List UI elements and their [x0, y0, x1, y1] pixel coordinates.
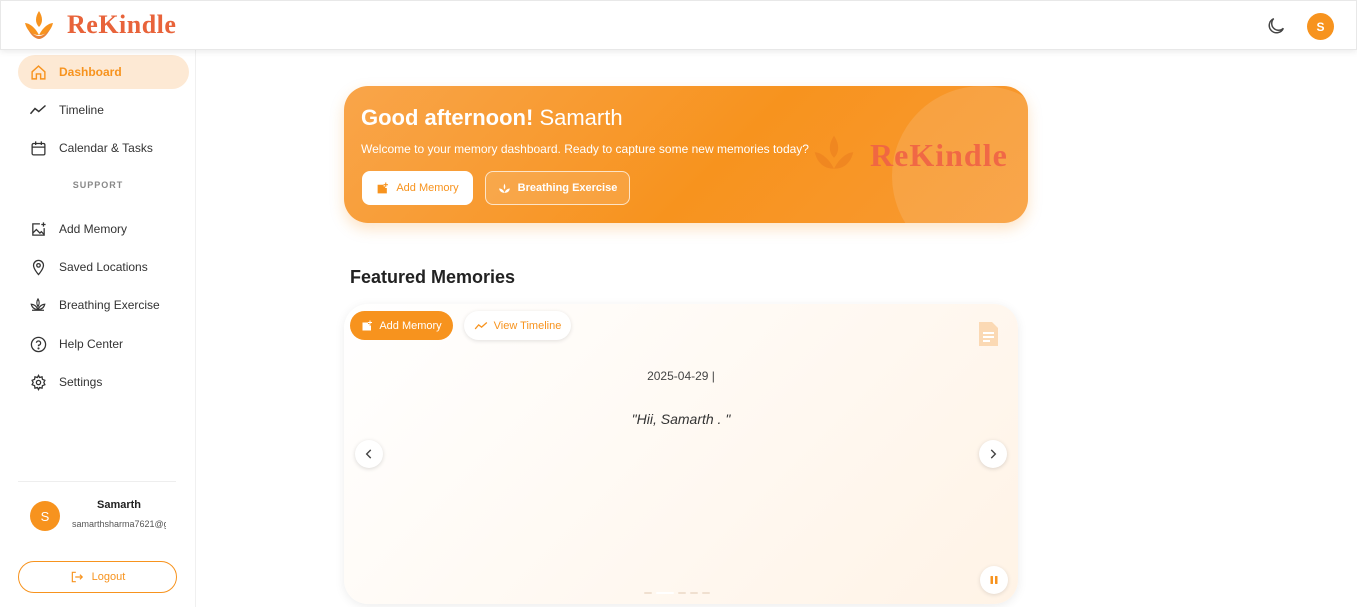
greeting-user-name: Samarth: [539, 105, 623, 130]
greeting-heading: Good afternoon! Samarth: [361, 105, 623, 131]
lotus-icon: [498, 183, 510, 193]
carousel-add-memory-label: Add Memory: [379, 319, 442, 332]
home-icon: [29, 63, 47, 81]
lotus-logo-icon: [814, 135, 854, 169]
carousel-dot[interactable]: [702, 592, 710, 594]
featured-memories-title: Featured Memories: [350, 267, 516, 287]
theme-toggle-button[interactable]: [1265, 15, 1287, 37]
welcome-subtitle: Welcome to your memory dashboard. Ready …: [361, 142, 809, 156]
sidebar-item-calendar[interactable]: Calendar & Tasks: [18, 131, 189, 165]
hero-breathing-button[interactable]: Breathing Exercise: [485, 171, 630, 205]
app-name: ReKindle: [67, 10, 177, 39]
carousel-dot[interactable]: [644, 592, 652, 594]
carousel-dot[interactable]: [678, 592, 686, 594]
logout-button[interactable]: Logout: [18, 561, 177, 593]
user-avatar-button[interactable]: S: [1307, 13, 1334, 40]
add-image-icon: [29, 220, 47, 238]
map-pin-icon: [29, 258, 47, 276]
sidebar-item-add-memory[interactable]: Add Memory: [18, 212, 189, 246]
sidebar-item-dashboard[interactable]: Dashboard: [18, 55, 189, 89]
sidebar-item-label: Calendar & Tasks: [59, 141, 153, 155]
welcome-banner: Good afternoon! Samarth Welcome to your …: [344, 86, 1028, 223]
hero-logo-text: ReKindle: [870, 136, 1008, 173]
sidebar-item-label: Add Memory: [59, 222, 128, 236]
carousel-dot-active[interactable]: [656, 592, 674, 594]
trend-icon: [29, 101, 47, 119]
carousel-next-button[interactable]: [979, 440, 1007, 468]
help-icon: [29, 335, 47, 353]
trend-icon: [474, 321, 487, 329]
sidebar-item-label: Dashboard: [59, 65, 122, 79]
memory-date: 2025-04-29 |: [647, 369, 715, 383]
sidebar-user-email: samarthsharma7621@gmail.com: [72, 519, 166, 529]
greeting-text: Good afternoon!: [361, 105, 534, 130]
support-section-label: SUPPORT: [72, 180, 124, 190]
logout-icon: [71, 571, 83, 583]
featured-memory-carousel: Add Memory View Timeline 2025-04-29 | "H…: [344, 304, 1018, 604]
sidebar-item-label: Settings: [59, 375, 103, 389]
chevron-right-icon: [990, 449, 997, 459]
view-timeline-button[interactable]: View Timeline: [464, 311, 571, 340]
sidebar-item-saved-locations[interactable]: Saved Locations: [18, 250, 189, 284]
carousel-indicators: [644, 592, 710, 594]
pause-icon: [990, 576, 998, 584]
carousel-prev-button[interactable]: [355, 440, 383, 468]
document-icon: [976, 321, 1000, 352]
carousel-pause-button[interactable]: [980, 566, 1008, 594]
sidebar-user-avatar: S: [30, 501, 60, 531]
hero-add-memory-button[interactable]: Add Memory: [362, 171, 473, 205]
app-logo[interactable]: ReKindle: [23, 9, 176, 41]
gear-icon: [29, 373, 47, 391]
lotus-logo-icon: [25, 11, 53, 39]
sidebar-item-label: Help Center: [59, 337, 124, 351]
calendar-icon: [29, 139, 47, 157]
sidebar-item-settings[interactable]: Settings: [18, 365, 189, 399]
moon-icon: [1268, 17, 1285, 34]
hero-breathing-label: Breathing Exercise: [517, 182, 618, 194]
sidebar-item-label: Timeline: [59, 103, 104, 117]
carousel-dot[interactable]: [690, 592, 698, 594]
sidebar-item-label: Saved Locations: [59, 260, 148, 274]
sidebar-item-breathing[interactable]: Breathing Exercise: [18, 288, 189, 322]
memory-quote: "Hii, Samarth . ": [631, 411, 731, 427]
sidebar-item-timeline[interactable]: Timeline: [18, 93, 189, 127]
sidebar-item-label: Breathing Exercise: [59, 298, 160, 312]
hero-add-memory-label: Add Memory: [396, 182, 459, 194]
lotus-icon: [29, 296, 47, 314]
add-image-icon: [377, 182, 389, 193]
logout-label: Logout: [91, 571, 126, 583]
carousel-add-memory-button[interactable]: Add Memory: [350, 311, 453, 340]
top-header: ReKindle S: [0, 0, 1357, 50]
sidebar-item-help-center[interactable]: Help Center: [18, 327, 189, 361]
add-image-icon: [362, 320, 373, 330]
view-timeline-label: View Timeline: [493, 319, 562, 332]
sidebar-divider: [18, 481, 176, 482]
sidebar: Dashboard Timeline Calendar & Tasks SUPP…: [0, 50, 196, 607]
chevron-left-icon: [365, 449, 372, 459]
sidebar-user-name: Samarth: [96, 499, 142, 511]
hero-watermark-logo: ReKindle: [812, 133, 1008, 177]
